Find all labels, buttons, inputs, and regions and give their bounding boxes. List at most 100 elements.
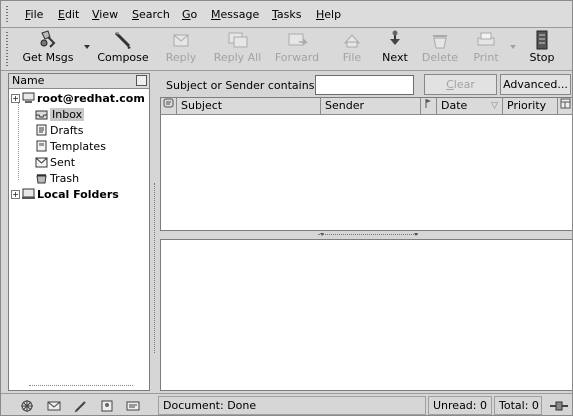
horizontal-splitter[interactable] [160,232,572,238]
drafts-label: Drafts [50,123,84,137]
tree-local-folders[interactable]: + Local Folders [11,186,119,202]
compose-button[interactable]: Compose [96,29,150,69]
column-picker-header[interactable] [558,98,572,115]
forward-button[interactable]: Forward [272,29,322,69]
delete-icon [428,29,452,51]
folder-column-header-label: Name [12,74,45,87]
priority-column-header[interactable]: Priority [503,98,558,115]
tree-account[interactable]: + root@redhat.com [11,90,145,106]
message-list[interactable]: Subject Sender Date ▽ Priority [160,97,572,231]
reply-button[interactable]: Reply [163,29,199,69]
online-status-icon[interactable] [549,399,569,413]
templates-label: Templates [50,139,106,153]
search-input[interactable] [315,75,414,95]
delete-button[interactable]: Delete [421,29,459,69]
print-icon [474,29,498,51]
inbox-label: Inbox [50,107,85,121]
menu-edit-label: dit [64,8,80,21]
tree-folder-inbox[interactable]: Inbox [35,106,85,122]
menu-go[interactable]: Go [182,8,197,21]
menu-edit[interactable]: Edit [58,8,79,21]
get-msgs-icon [36,29,60,51]
address-book-icon[interactable] [99,399,115,413]
compose-label: Compose [97,51,149,64]
search-label: Subject or Sender contains: [166,79,319,92]
unread-count: Unread: 0 [428,396,492,415]
tree-folder-drafts[interactable]: Drafts [35,122,83,138]
folder-column-header[interactable]: Name [9,74,149,89]
date-column-header[interactable]: Date ▽ [437,98,503,115]
tree-folder-templates[interactable]: Templates [35,138,106,154]
expander-icon[interactable]: + [11,189,20,199]
computer-icon [22,92,35,103]
reply-all-button[interactable]: Reply All [210,29,265,69]
menu-search-label: earch [138,8,170,21]
forward-icon [285,29,309,51]
file-button[interactable]: File [335,29,369,69]
sort-descending-icon: ▽ [491,101,498,111]
folder-pane-scrollbar[interactable] [29,385,133,391]
clear-button[interactable]: Clear [424,74,497,95]
clear-label: lear [453,78,475,91]
advanced-button[interactable]: Advanced... [500,74,571,95]
menu-file-label: ile [30,8,44,21]
navigator-icon[interactable] [19,399,35,413]
toolbar-grip[interactable] [5,31,9,67]
date-column-label: Date [441,99,468,112]
menu-message-key: M [211,8,221,21]
print-label: Print [473,51,499,64]
splitter-grip [318,234,418,235]
thread-icon [163,98,174,108]
mail-icon[interactable] [46,399,62,413]
unread-count-text: Unread: 0 [433,399,487,412]
flag-column-header[interactable] [421,98,437,115]
thread-column-header[interactable] [161,98,177,115]
column-picker-icon[interactable] [136,75,147,86]
clear-key: C [446,78,454,91]
stop-icon [530,29,554,51]
sender-column-header[interactable]: Sender [321,98,421,115]
priority-column-label: Priority [507,99,547,112]
menubar-grip[interactable] [5,5,9,24]
composer-icon[interactable] [73,399,89,413]
sender-column-label: Sender [325,99,364,112]
print-button[interactable]: Print [470,29,502,69]
menu-view[interactable]: View [92,8,118,21]
tree-folder-sent[interactable]: Sent [35,154,75,170]
local-folders-icon [22,188,35,199]
document-status: Document: Done [158,396,426,415]
vertical-splitter[interactable] [151,73,158,391]
reply-all-label: Reply All [213,51,262,64]
column-picker-icon [560,98,571,109]
tree-folder-trash[interactable]: Trash [35,170,79,186]
get-msgs-button[interactable]: Get Msgs [22,29,74,69]
menu-file[interactable]: File [25,8,43,21]
drafts-icon [36,124,47,136]
subject-column-header[interactable]: Subject [177,98,321,115]
message-preview-pane[interactable] [160,239,572,391]
get-msgs-label: Get Msgs [22,51,74,64]
next-icon [383,29,407,51]
sent-label: Sent [50,155,76,169]
get-msgs-dropdown-icon[interactable] [84,45,90,49]
print-dropdown-icon[interactable] [510,45,516,49]
menu-tasks[interactable]: Tasks [272,8,301,21]
advanced-label: Advanced... [503,78,568,91]
menu-message[interactable]: Message [211,8,259,21]
stop-button[interactable]: Stop [527,29,557,69]
tree-connector [18,100,19,180]
splitter-grip [154,183,155,353]
reply-icon [169,29,193,51]
total-count: Total: 0 [494,396,542,415]
templates-icon [36,140,47,152]
menu-view-label: iew [99,8,119,21]
menu-help[interactable]: Help [316,8,341,21]
menu-go-key: G [182,8,191,21]
expander-icon[interactable]: + [11,93,20,103]
menu-search[interactable]: Search [132,8,170,21]
chat-icon[interactable] [125,399,141,413]
flag-icon [425,99,431,108]
next-button[interactable]: Next [379,29,411,69]
menu-help-label: elp [324,8,342,21]
toolbar: Get Msgs Compose Reply Reply All Forward… [1,28,572,71]
